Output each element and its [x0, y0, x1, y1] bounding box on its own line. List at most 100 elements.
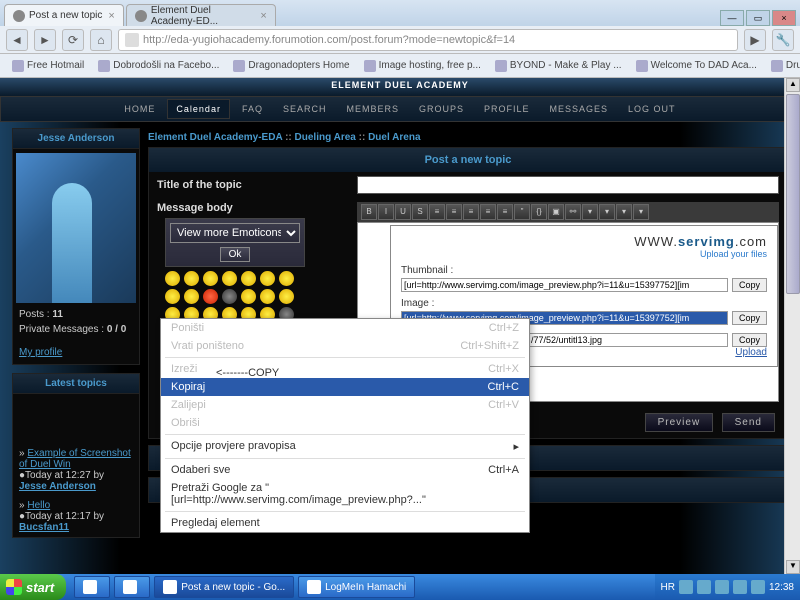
start-button[interactable]: start	[0, 574, 66, 600]
nav-home[interactable]: HOME	[116, 100, 163, 118]
tray-icon[interactable]	[715, 580, 729, 594]
list-button[interactable]: ≡	[497, 204, 513, 220]
back-button[interactable]: ◄	[6, 29, 28, 51]
emoji-icon[interactable]	[165, 271, 180, 286]
crumb-link[interactable]: Duel Arena	[368, 132, 420, 143]
link-button[interactable]: ⚯	[565, 204, 581, 220]
more-button[interactable]: ▾	[616, 204, 632, 220]
bookmark-item[interactable]: Free Hotmail	[6, 58, 90, 74]
quote-button[interactable]: "	[514, 204, 530, 220]
emoji-icon[interactable]	[241, 271, 256, 286]
emoji-icon[interactable]	[222, 289, 237, 304]
nav-messages[interactable]: MESSAGES	[542, 100, 617, 118]
image-button[interactable]: ▣	[548, 204, 564, 220]
cm-copy[interactable]: KopirajCtrl+C	[161, 378, 529, 396]
my-profile-link[interactable]: My profile	[13, 345, 139, 360]
bookmark-item[interactable]: Dobrodošli na Facebo...	[92, 58, 225, 74]
crumb-link[interactable]: Dueling Area	[295, 132, 356, 143]
cm-search-google[interactable]: Pretraži Google za "[url=http://www.serv…	[161, 479, 529, 509]
taskbar-item[interactable]: Post a new topic - Go...	[154, 576, 294, 598]
taskbar-item[interactable]: LogMeIn Hamachi	[298, 576, 415, 598]
scroll-down-button[interactable]: ▼	[786, 560, 800, 574]
nav-groups[interactable]: GROUPS	[411, 100, 472, 118]
clock[interactable]: 12:38	[769, 582, 794, 593]
minimize-button[interactable]: —	[720, 10, 744, 26]
nav-search[interactable]: SEARCH	[275, 100, 335, 118]
emoji-icon[interactable]	[241, 289, 256, 304]
go-button[interactable]: ▶	[744, 29, 766, 51]
emoji-icon[interactable]	[184, 271, 199, 286]
quicklaunch-item[interactable]	[74, 576, 110, 598]
bookmark-item[interactable]: Dragonadopters Home	[227, 58, 355, 74]
reload-button[interactable]: ⟳	[62, 29, 84, 51]
emoji-icon[interactable]	[279, 289, 294, 304]
tray-icon[interactable]	[751, 580, 765, 594]
tab-close-icon[interactable]: ×	[108, 10, 114, 22]
home-button[interactable]: ⌂	[90, 29, 112, 51]
list-button[interactable]: ≡	[480, 204, 496, 220]
underline-button[interactable]: U	[395, 204, 411, 220]
copy-button[interactable]: Copy	[732, 333, 767, 347]
italic-button[interactable]: I	[378, 204, 394, 220]
cm-spellcheck[interactable]: Opcije provjere pravopisa▸	[161, 437, 529, 456]
emoticon-select[interactable]: View more Emoticons	[170, 223, 300, 243]
bookmark-item[interactable]: BYOND - Make & Play ...	[489, 58, 628, 74]
tray-icon[interactable]	[697, 580, 711, 594]
browser-tab-inactive[interactable]: Element Duel Academy-ED... ×	[126, 4, 276, 26]
cm-inspect[interactable]: Pregledaj element	[161, 514, 529, 532]
ok-button[interactable]: Ok	[220, 247, 251, 262]
wrench-icon[interactable]: 🔧	[772, 29, 794, 51]
emoji-icon[interactable]	[165, 289, 180, 304]
nav-logout[interactable]: LOG OUT	[620, 100, 684, 118]
other-bookmarks[interactable]: Druge oznake	[765, 58, 800, 74]
bookmark-item[interactable]: Image hosting, free p...	[358, 58, 487, 74]
topic-link[interactable]: Hello	[27, 500, 50, 511]
nav-calendar[interactable]: Calendar	[167, 99, 230, 119]
tray-icon[interactable]	[733, 580, 747, 594]
file-input[interactable]	[528, 333, 728, 347]
vertical-scrollbar[interactable]: ▲ ▼	[784, 78, 800, 574]
maximize-button[interactable]: ▭	[746, 10, 770, 26]
emoji-icon[interactable]	[279, 271, 294, 286]
more-button[interactable]: ▾	[633, 204, 649, 220]
align-left-button[interactable]: ≡	[429, 204, 445, 220]
send-button[interactable]: Send	[722, 413, 775, 432]
copy-button[interactable]: Copy	[732, 311, 767, 325]
topic-link[interactable]: Example of Screenshot of Duel Win	[19, 448, 131, 470]
language-indicator[interactable]: HR	[661, 582, 675, 593]
more-button[interactable]: ▾	[599, 204, 615, 220]
crumb-link[interactable]: Element Duel Academy-EDA	[148, 132, 282, 143]
emoji-icon[interactable]	[222, 271, 237, 286]
close-button[interactable]: ×	[772, 10, 796, 26]
nav-members[interactable]: MEMBERS	[338, 100, 407, 118]
align-right-button[interactable]: ≡	[463, 204, 479, 220]
nav-faq[interactable]: FAQ	[234, 100, 271, 118]
thumbnail-input[interactable]	[401, 278, 728, 292]
bold-button[interactable]: B	[361, 204, 377, 220]
emoji-icon[interactable]	[203, 289, 218, 304]
topic-author[interactable]: Jesse Anderson	[19, 481, 96, 492]
emoji-icon[interactable]	[203, 271, 218, 286]
preview-button[interactable]: Preview	[645, 413, 714, 432]
copy-button[interactable]: Copy	[732, 278, 767, 292]
title-input[interactable]	[357, 176, 779, 194]
more-button[interactable]: ▾	[582, 204, 598, 220]
emoji-icon[interactable]	[184, 289, 199, 304]
forward-button[interactable]: ►	[34, 29, 56, 51]
emoji-icon[interactable]	[260, 271, 275, 286]
strike-button[interactable]: S	[412, 204, 428, 220]
bookmark-item[interactable]: Welcome To DAD Aca...	[630, 58, 763, 74]
scroll-up-button[interactable]: ▲	[786, 78, 800, 92]
address-bar[interactable]: http://eda-yugiohacademy.forumotion.com/…	[118, 29, 738, 51]
tray-icon[interactable]	[679, 580, 693, 594]
emoji-icon[interactable]	[260, 289, 275, 304]
align-center-button[interactable]: ≡	[446, 204, 462, 220]
cm-select-all[interactable]: Odaberi sveCtrl+A	[161, 461, 529, 479]
code-button[interactable]: {}	[531, 204, 547, 220]
quicklaunch-item[interactable]	[114, 576, 150, 598]
tab-close-icon[interactable]: ×	[260, 10, 266, 22]
nav-profile[interactable]: PROFILE	[476, 100, 538, 118]
topic-author[interactable]: Bucsfan11	[19, 522, 69, 533]
browser-tab-active[interactable]: Post a new topic ×	[4, 4, 124, 26]
scroll-thumb[interactable]	[786, 94, 800, 294]
